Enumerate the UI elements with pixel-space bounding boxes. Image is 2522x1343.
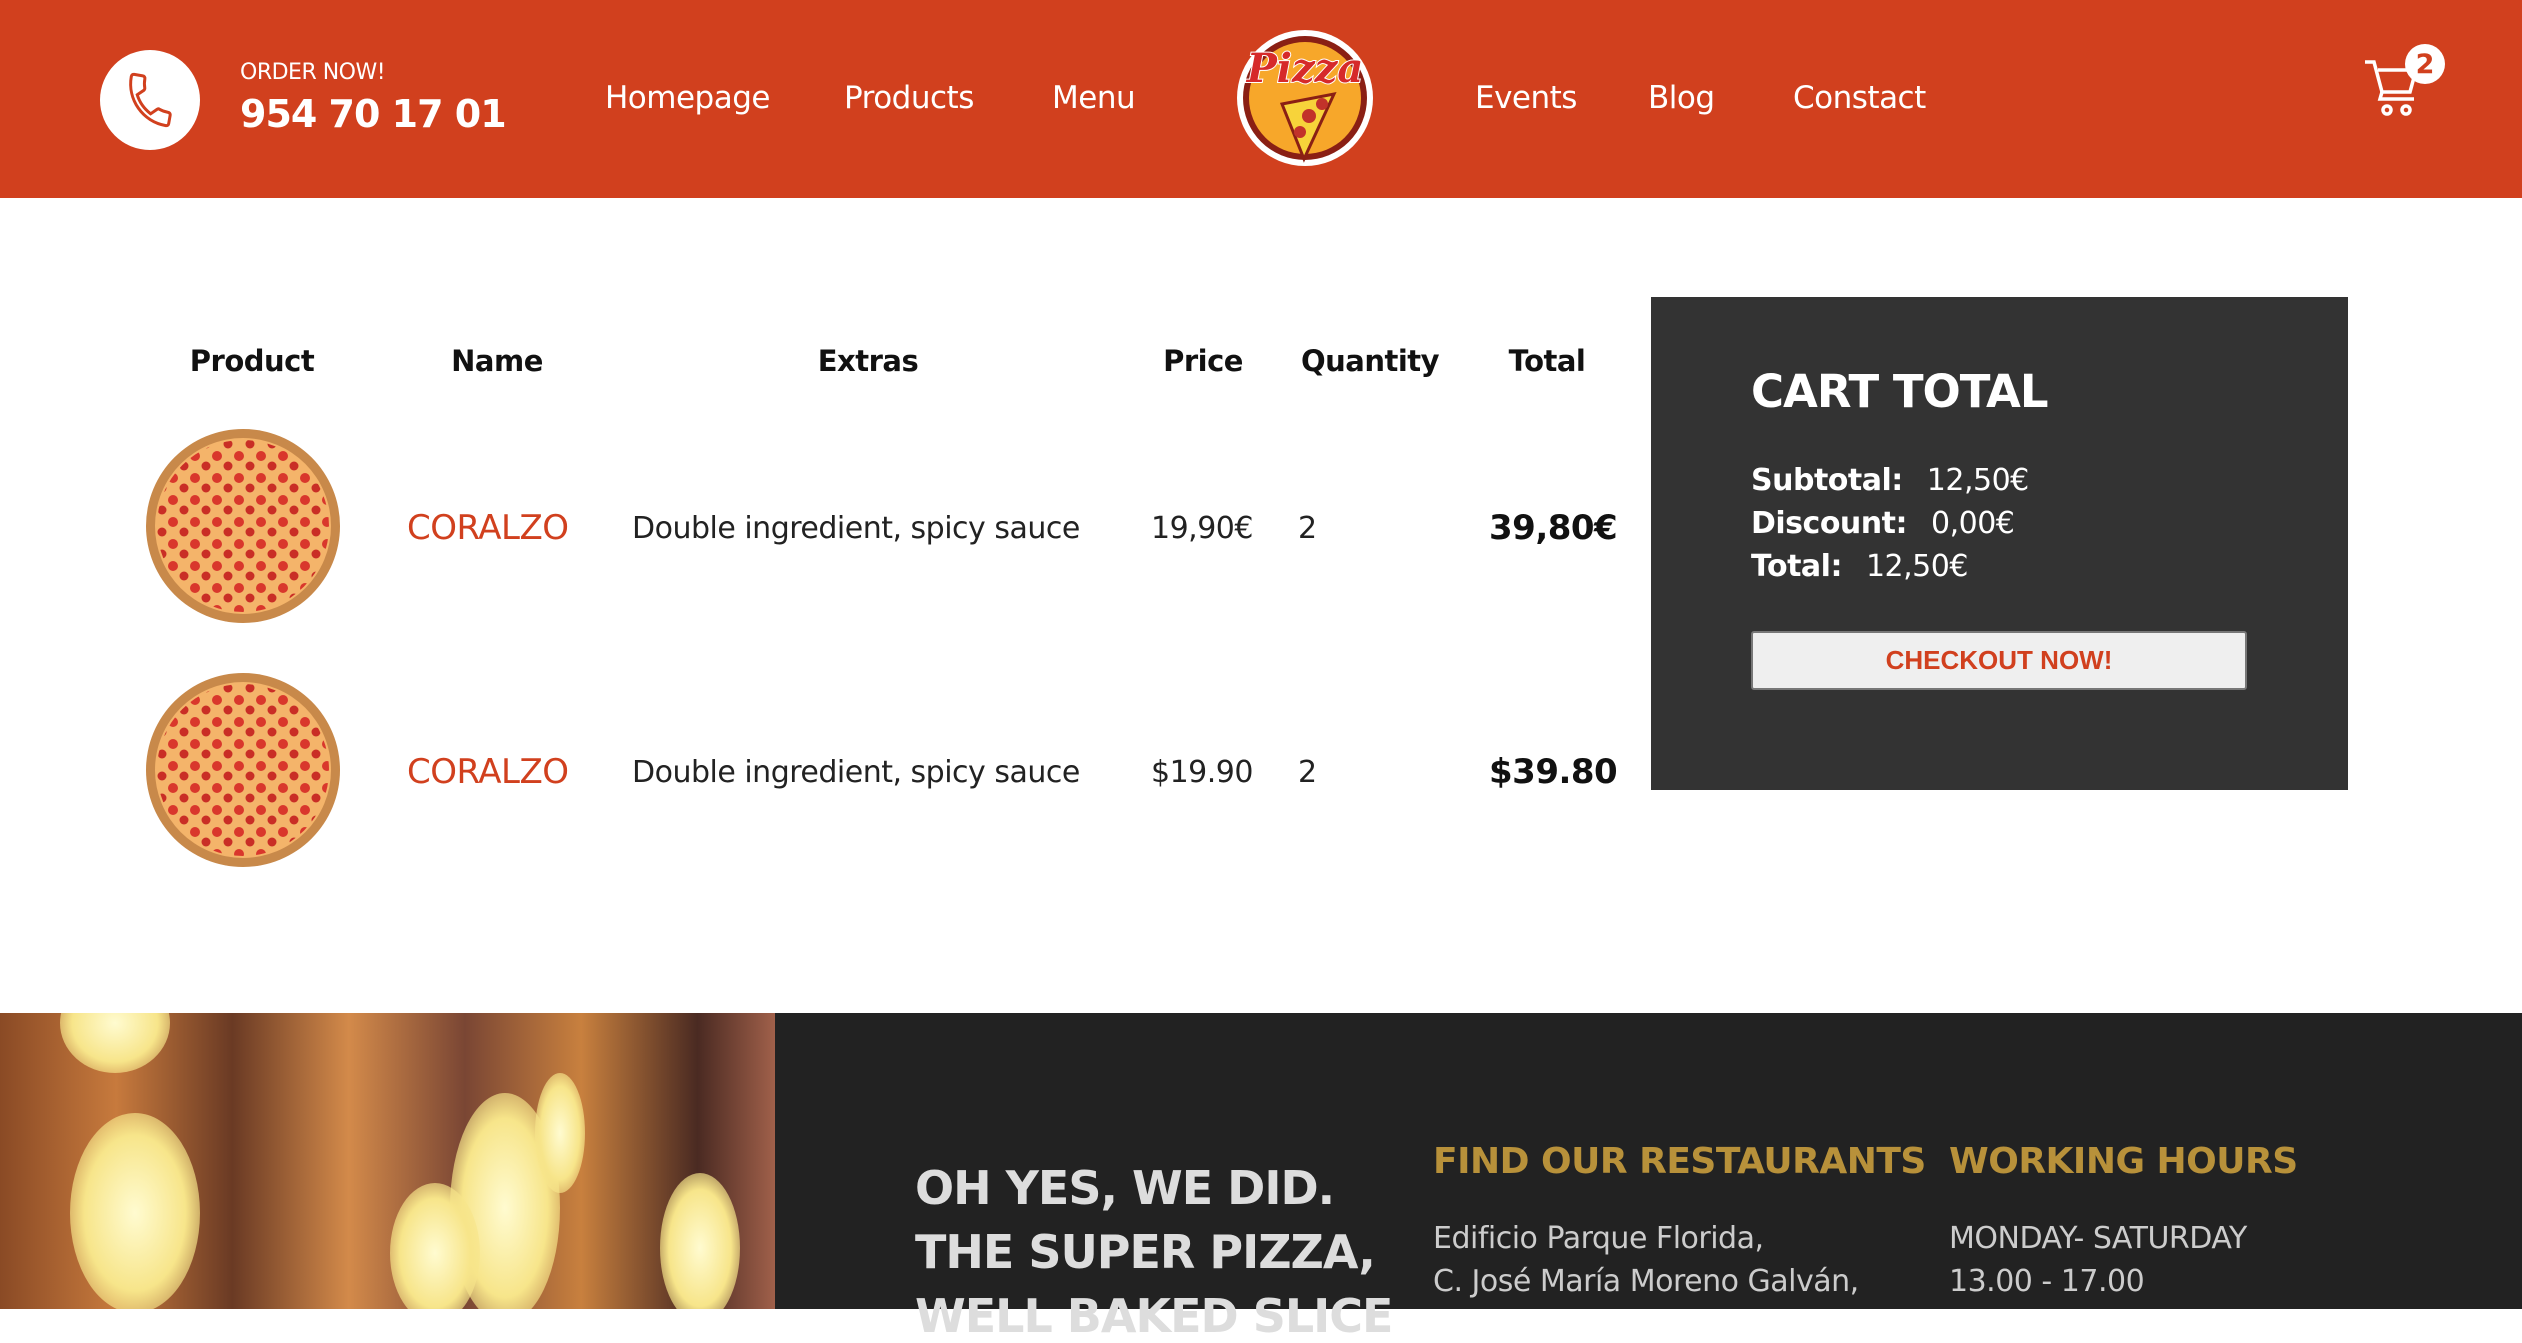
subtotal-row: Subtotal: 12,50€: [1751, 463, 2029, 498]
product-price: $19.90: [1151, 755, 1253, 790]
product-name[interactable]: CORALZO: [407, 752, 569, 792]
nav-menu[interactable]: Menu: [1052, 80, 1136, 116]
footer-tagline-1: OH YES, WE DID.: [915, 1161, 1335, 1215]
phone-number[interactable]: 954 70 17 01: [240, 92, 507, 136]
product-extras: Double ingredient, spicy sauce: [632, 511, 1080, 546]
hours-time: 13.00 - 17.00: [1949, 1264, 2145, 1299]
product-quantity[interactable]: 2: [1298, 511, 1317, 546]
cart-total-title: CART TOTAL: [1751, 365, 2048, 418]
col-price: Price: [1163, 344, 1243, 378]
nav-homepage[interactable]: Homepage: [605, 80, 770, 116]
product-extras: Double ingredient, spicy sauce: [632, 755, 1080, 790]
discount-row: Discount: 0,00€: [1751, 506, 2015, 541]
product-total: $39.80: [1489, 752, 1618, 792]
nav-contact[interactable]: Constact: [1793, 80, 1926, 116]
col-total: Total: [1508, 344, 1586, 378]
product-image: [145, 672, 341, 868]
pizza-logo[interactable]: Pizza: [1234, 24, 1376, 172]
total-row: Total: 12,50€: [1751, 549, 1968, 584]
col-quantity: Quantity: [1300, 344, 1440, 378]
order-now-label: ORDER NOW!: [240, 60, 386, 85]
discount-value: 0,00€: [1931, 506, 2015, 541]
product-image: [145, 428, 341, 624]
product-price: 19,90€: [1151, 511, 1253, 546]
cart-count-badge: 2: [2405, 44, 2445, 84]
discount-label: Discount:: [1751, 506, 1908, 541]
checkout-button[interactable]: CHECKOUT NOW!: [1751, 631, 2247, 690]
total-value: 12,50€: [1865, 549, 1968, 584]
site-footer: OH YES, WE DID. THE SUPER PIZZA, WELL BA…: [0, 1013, 2522, 1343]
svg-text:Pizza: Pizza: [1246, 45, 1364, 92]
total-label: Total:: [1751, 549, 1842, 584]
nav-products[interactable]: Products: [844, 80, 974, 116]
subtotal-value: 12,50€: [1926, 463, 2029, 498]
product-quantity[interactable]: 2: [1298, 755, 1317, 790]
footer-tagline-2: THE SUPER PIZZA,: [915, 1225, 1376, 1279]
footer-bokeh-image: [0, 1013, 775, 1309]
col-extras: Extras: [817, 344, 919, 378]
cart-total-panel: CART TOTAL Subtotal: 12,50€ Discount: 0,00…: [1651, 297, 2348, 790]
footer-tagline-3: WELL BAKED SLICE: [915, 1289, 1393, 1343]
site-header: ORDER NOW! 954 70 17 01 Homepage Product…: [0, 0, 2522, 198]
address-line-2: C. José María Moreno Galván,: [1433, 1264, 1859, 1299]
restaurants-title: FIND OUR RESTAURANTS: [1433, 1141, 1926, 1182]
address-line-1: Edificio Parque Florida,: [1433, 1221, 1764, 1256]
nav-events[interactable]: Events: [1475, 80, 1577, 116]
hours-days: MONDAY- SATURDAY: [1949, 1221, 2247, 1256]
hours-title: WORKING HOURS: [1949, 1141, 2298, 1182]
product-name[interactable]: CORALZO: [407, 508, 569, 548]
phone-icon[interactable]: [100, 50, 200, 150]
subtotal-label: Subtotal:: [1751, 463, 1903, 498]
col-name: Name: [451, 344, 543, 378]
col-product: Product: [189, 344, 315, 378]
product-total: 39,80€: [1489, 508, 1618, 548]
nav-blog[interactable]: Blog: [1648, 80, 1715, 116]
